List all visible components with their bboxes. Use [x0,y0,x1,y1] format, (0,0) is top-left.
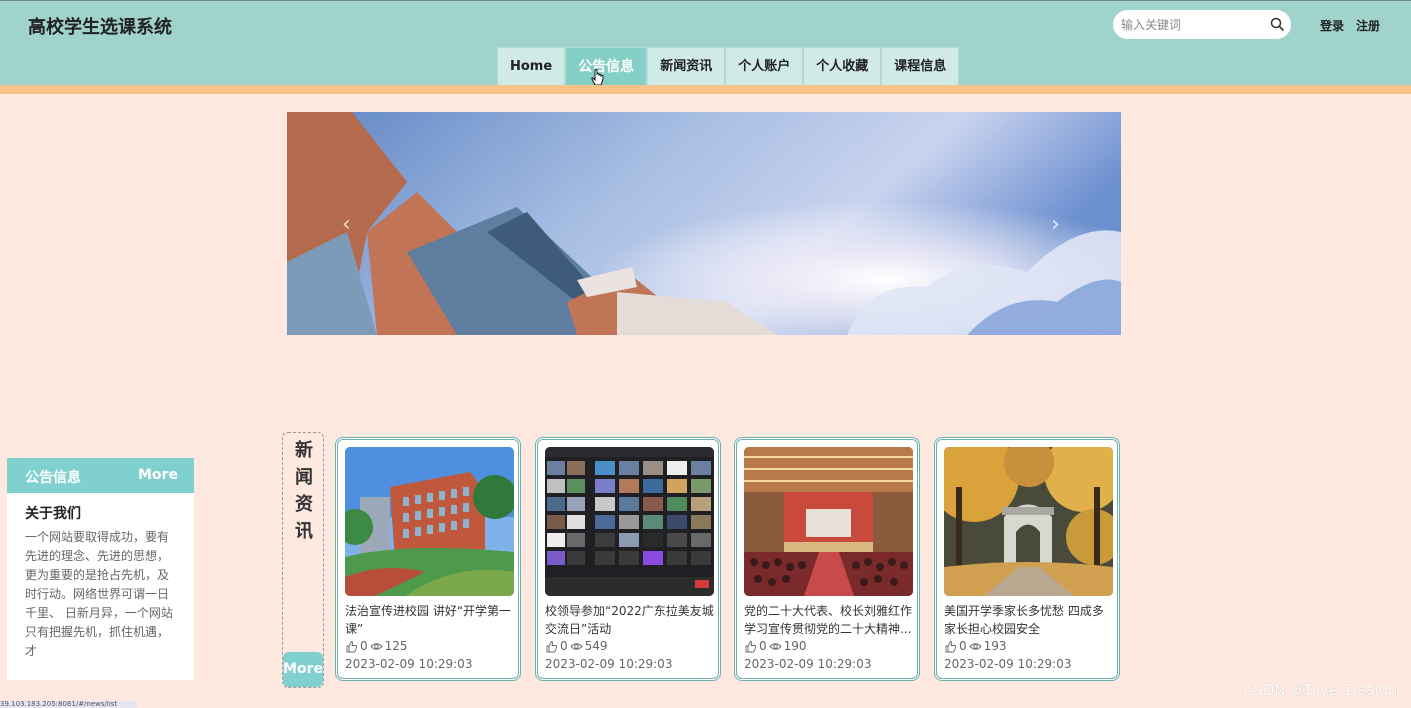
news-thumbnail [744,447,913,596]
nav-item-news[interactable]: 新闻资讯 [647,47,726,85]
search-input[interactable] [1121,16,1261,33]
top-header: 高校学生选课系统 登录 注册 Home 公告信息 新闻资讯 个人账户 个人收藏 … [0,0,1411,86]
like-count: 0 [560,639,568,653]
search-box [1113,10,1291,39]
notice-panel-header: 公告信息 More [7,458,194,493]
news-card[interactable]: 校领导参加“2022广东拉美友城交流日”活动 0 549 2023-02-09 … [535,437,721,681]
thumbs-up-icon[interactable] [345,640,358,653]
hero-carousel[interactable]: ‹ › [287,112,1121,335]
thumbs-up-icon[interactable] [545,640,558,653]
news-date: 2023-02-09 10:29:03 [944,657,1072,671]
main-nav: Home 公告信息 新闻资讯 个人账户 个人收藏 课程信息 [497,47,960,85]
watermark-text: CSDN @Biye_Design [1243,681,1398,699]
view-count: 125 [384,639,408,653]
carousel-prev-arrow[interactable]: ‹ [342,212,351,237]
news-stats: 0 193 [944,639,1007,653]
header-accent-strip [0,85,1411,94]
news-title[interactable]: 法治宣传进校园 讲好“开学第一课” [345,602,515,638]
news-title[interactable]: 校领导参加“2022广东拉美友城交流日”活动 [545,602,715,638]
news-card[interactable]: 党的二十大代表、校长刘雅红作学习宣传贯彻党的二十大精神... 0 190 202… [734,437,920,681]
nav-item-account[interactable]: 个人账户 [725,47,804,85]
eye-icon [570,642,583,650]
notice-more-link[interactable]: More [138,467,178,483]
eye-icon [969,642,982,650]
nav-item-notices[interactable]: 公告信息 [565,47,648,85]
like-count: 0 [959,639,967,653]
view-count: 190 [783,639,807,653]
news-stats: 0 190 [744,639,807,653]
campus-building-image [287,112,1121,335]
news-title[interactable]: 党的二十大代表、校长刘雅红作学习宣传贯彻党的二十大精神... [744,602,914,638]
like-count: 0 [360,639,368,653]
news-more-button[interactable]: More [283,652,323,687]
news-stats: 0 549 [545,639,608,653]
news-date: 2023-02-09 10:29:03 [545,657,673,671]
news-card[interactable]: 法治宣传进校园 讲好“开学第一课” 0 125 2023-02-09 10:29… [335,437,521,681]
nav-item-favorites[interactable]: 个人收藏 [803,47,882,85]
register-link[interactable]: 注册 [1356,17,1380,34]
notice-panel-title: 公告信息 [25,470,81,486]
about-us-title: 关于我们 [25,506,81,522]
eye-icon [370,642,383,650]
site-title[interactable]: 高校学生选课系统 [28,13,172,39]
news-date: 2023-02-09 10:29:03 [744,657,872,671]
news-thumbnail [345,447,514,596]
login-link[interactable]: 登录 [1320,17,1344,34]
news-title[interactable]: 美国开学季家长多忧愁 四成多家长担心校园安全 [944,602,1114,638]
news-thumbnail [545,447,714,596]
view-count: 193 [983,639,1007,653]
view-count: 549 [584,639,608,653]
thumbs-up-icon[interactable] [744,640,757,653]
eye-icon [769,642,782,650]
news-stats: 0 125 [345,639,408,653]
thumbs-up-icon[interactable] [944,640,957,653]
carousel-next-arrow[interactable]: › [1051,212,1060,237]
nav-item-courses[interactable]: 课程信息 [881,47,960,85]
notice-panel: 公告信息 More 关于我们 一个网站要取得成功，要有先进的理念、先进的思想，更… [7,458,194,680]
browser-status-url: 39.103.183.205:8081/#/news/list [0,701,137,708]
news-card[interactable]: 美国开学季家长多忧愁 四成多家长担心校园安全 0 193 2023-02-09 … [934,437,1120,681]
news-section-label: 新闻资讯 More [282,432,324,688]
about-us-text: 一个网站要取得成功，要有先进的理念、先进的思想，更为重要的是抢占先机，及时行动。… [25,530,173,658]
like-count: 0 [759,639,767,653]
news-section-title: 新闻资讯 [295,440,313,542]
search-icon[interactable] [1269,16,1285,32]
news-date: 2023-02-09 10:29:03 [345,657,473,671]
nav-item-home[interactable]: Home [497,47,566,85]
news-thumbnail [944,447,1113,596]
